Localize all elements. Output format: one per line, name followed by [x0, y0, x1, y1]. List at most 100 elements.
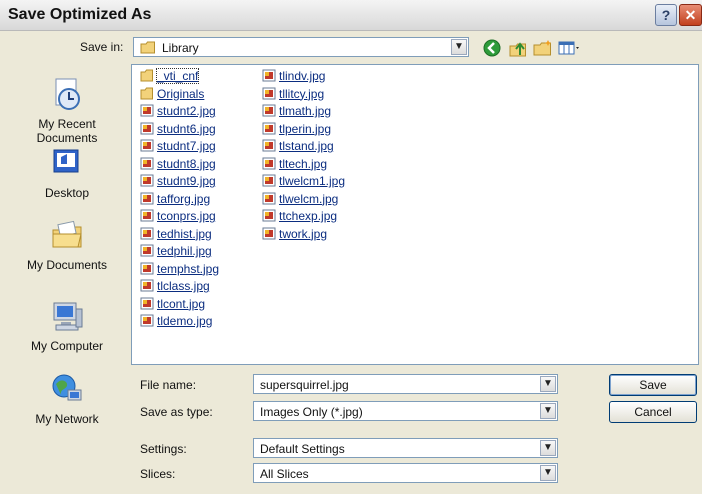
file-list[interactable]: _vti_cnf Originals studnt2.jpg studnt6.jpg s…	[131, 64, 699, 365]
file-name: tlwelcm1.jpg	[279, 174, 346, 188]
help-button[interactable]: ?	[655, 4, 677, 26]
file-item[interactable]: temphst.jpg	[140, 262, 219, 278]
chevron-down-icon[interactable]: ▼	[540, 403, 556, 419]
place-desktop[interactable]: Desktop	[10, 146, 124, 200]
file-item[interactable]: tlstand.jpg	[262, 139, 334, 155]
folder-icon	[140, 41, 155, 54]
desktop-icon	[53, 149, 79, 173]
chevron-down-icon[interactable]: ▼	[540, 440, 556, 456]
views-icon[interactable]	[557, 38, 583, 58]
places-bar: My Recent Documents Desktop My Documents	[10, 63, 124, 491]
folder-icon	[140, 87, 154, 100]
title-bar[interactable]: Save Optimized As ? ✕	[0, 0, 702, 31]
image-file-icon	[140, 192, 154, 205]
settings-label: Settings:	[140, 442, 187, 456]
file-name: tlwelcm.jpg	[279, 191, 339, 206]
chevron-down-icon[interactable]: ▼	[540, 376, 556, 392]
file-item[interactable]: ttchexp.jpg	[262, 209, 337, 225]
image-file-icon	[262, 69, 276, 82]
back-icon[interactable]	[481, 38, 503, 58]
file-item[interactable]: studnt9.jpg	[140, 174, 216, 190]
place-my-recent-documents[interactable]: My Recent Documents	[10, 77, 124, 145]
image-file-icon	[262, 157, 276, 170]
file-name: studnt9.jpg	[157, 174, 216, 188]
image-file-icon	[140, 279, 154, 292]
my-documents-icon	[52, 220, 82, 248]
file-item[interactable]: tlwelcm.jpg	[262, 192, 338, 208]
image-file-icon	[140, 157, 154, 170]
save-in-label: Save in:	[80, 40, 124, 54]
file-item[interactable]: tedphil.jpg	[140, 244, 212, 260]
folder-item[interactable]: _vti_cnf	[140, 68, 200, 85]
file-name: twork.jpg	[279, 226, 328, 241]
image-file-icon	[262, 87, 276, 100]
image-file-icon	[262, 139, 276, 152]
file-name-label: File name:	[140, 378, 197, 392]
dialog-title: Save Optimized As	[8, 6, 152, 23]
file-name-field[interactable]: supersquirrel.jpg ▼	[253, 374, 558, 394]
file-name: tllitcy.jpg	[279, 86, 325, 101]
file-name: tafforg.jpg	[157, 191, 211, 206]
file-item[interactable]: studnt8.jpg	[140, 157, 216, 173]
file-item[interactable]: tlindv.jpg	[262, 69, 325, 85]
new-folder-icon[interactable]	[532, 38, 554, 58]
file-name: studnt6.jpg	[157, 121, 216, 136]
file-name: tlcont.jpg	[157, 296, 206, 311]
image-file-icon	[140, 104, 154, 117]
folder-item[interactable]: Originals	[140, 87, 204, 103]
file-item[interactable]: tlmath.jpg	[262, 104, 331, 120]
file-name: tldemo.jpg	[157, 314, 213, 328]
file-item[interactable]: tafforg.jpg	[140, 192, 210, 208]
slices-label: Slices:	[140, 467, 176, 481]
file-name: studnt2.jpg	[157, 104, 216, 118]
up-folder-icon[interactable]	[507, 38, 529, 58]
file-item[interactable]: tedhist.jpg	[140, 227, 212, 243]
file-item[interactable]: tllitcy.jpg	[262, 87, 324, 103]
image-file-icon	[140, 139, 154, 152]
file-name: tedphil.jpg	[157, 244, 212, 258]
place-my-computer[interactable]: My Computer	[10, 299, 124, 353]
save-in-value: Library	[162, 41, 199, 55]
file-name: temphst.jpg	[157, 261, 220, 276]
save-button[interactable]: Save	[609, 374, 697, 396]
file-name: tconprs.jpg	[157, 209, 216, 223]
image-file-icon	[140, 209, 154, 222]
file-name-value: supersquirrel.jpg	[260, 378, 349, 392]
place-label: Desktop	[44, 186, 90, 200]
image-file-icon	[262, 227, 276, 240]
close-button[interactable]: ✕	[679, 4, 702, 26]
chevron-down-icon[interactable]: ▼	[540, 465, 556, 481]
file-item[interactable]: tlperin.jpg	[262, 122, 331, 138]
file-item[interactable]: studnt6.jpg	[140, 122, 216, 138]
file-name: tlstand.jpg	[279, 139, 334, 153]
file-item[interactable]: tlwelcm1.jpg	[262, 174, 345, 190]
network-icon	[52, 374, 82, 401]
file-item[interactable]: tlcont.jpg	[140, 297, 205, 313]
place-my-network[interactable]: My Network	[10, 372, 124, 426]
computer-icon	[53, 302, 83, 331]
cancel-button[interactable]: Cancel	[609, 401, 697, 423]
save-in-combo[interactable]: Library ▼	[133, 37, 469, 57]
save-as-type-value: Images Only (*.jpg)	[260, 405, 363, 419]
file-item[interactable]: tlclass.jpg	[140, 279, 210, 295]
file-name: tlmath.jpg	[279, 104, 332, 118]
file-item[interactable]: twork.jpg	[262, 227, 327, 243]
slices-select[interactable]: All Slices ▼	[253, 463, 558, 483]
image-file-icon	[140, 262, 154, 275]
file-item[interactable]: tconprs.jpg	[140, 209, 216, 225]
image-file-icon	[140, 227, 154, 240]
chevron-down-icon[interactable]: ▼	[451, 39, 467, 55]
file-item[interactable]: tldemo.jpg	[140, 314, 212, 330]
image-file-icon	[140, 297, 154, 310]
place-my-documents[interactable]: My Documents	[10, 218, 124, 272]
save-as-type-select[interactable]: Images Only (*.jpg) ▼	[253, 401, 558, 421]
file-item[interactable]: studnt2.jpg	[140, 104, 216, 120]
file-name: tlindv.jpg	[279, 69, 326, 83]
file-name: tlclass.jpg	[157, 279, 210, 293]
place-label: Documents	[36, 131, 98, 145]
settings-select[interactable]: Default Settings ▼	[253, 438, 558, 458]
file-item[interactable]: tltech.jpg	[262, 157, 327, 173]
file-item[interactable]: studnt7.jpg	[140, 139, 216, 155]
image-file-icon	[262, 174, 276, 187]
file-name: tedhist.jpg	[157, 226, 212, 241]
